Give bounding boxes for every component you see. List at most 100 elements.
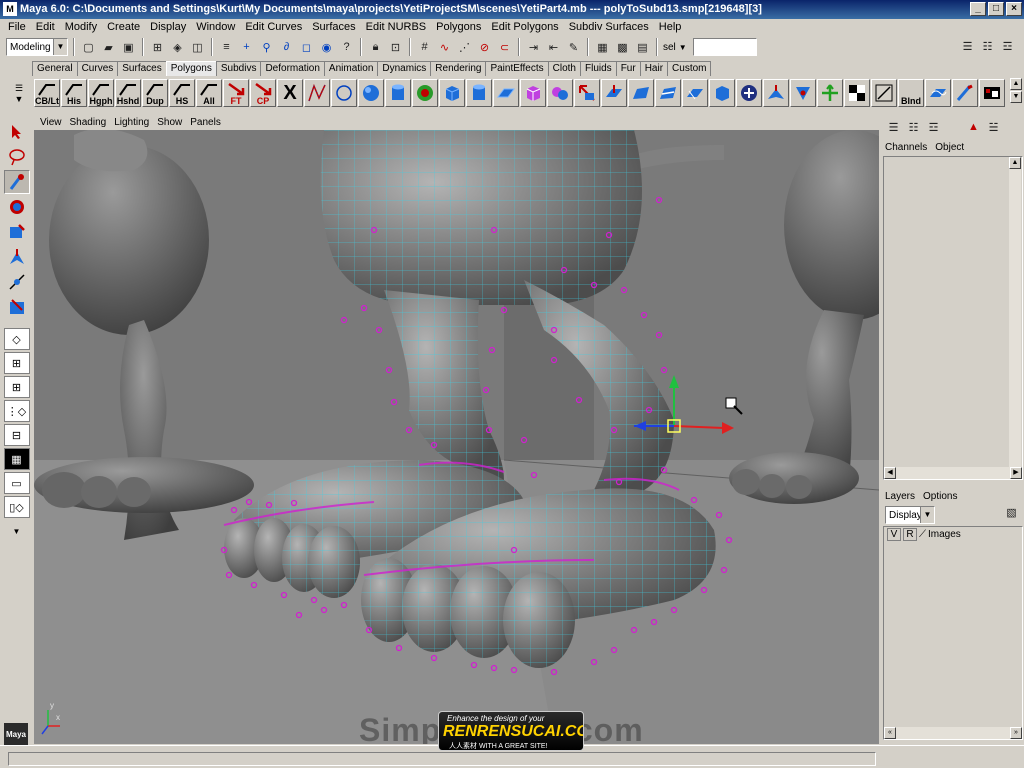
shelf-menu-icon[interactable]: ☰ [15, 83, 23, 94]
tab-hair[interactable]: Hair [639, 61, 669, 76]
tool-settings-icon[interactable]: ☱ [985, 119, 1002, 136]
tab-animation[interactable]: Animation [323, 61, 379, 76]
tab-fluids[interactable]: Fluids [580, 61, 617, 76]
tab-fur[interactable]: Fur [615, 61, 641, 76]
close-button[interactable]: × [1006, 2, 1022, 16]
split-polygon-icon[interactable] [655, 79, 681, 107]
render-icon[interactable] [979, 79, 1005, 107]
lock-selection-icon[interactable]: 🔒︎ [367, 39, 384, 56]
open-scene-icon[interactable]: ▰ [100, 39, 117, 56]
wave-icon[interactable] [925, 79, 951, 107]
layer-list-hscroll[interactable]: « » [884, 727, 1022, 739]
channel-box-vscroll[interactable]: ▲ [1009, 157, 1021, 467]
menu-edit-nurbs[interactable]: Edit NURBS [361, 19, 432, 35]
hypershade-layout-icon[interactable]: ▦ [3, 448, 30, 470]
wedge-face-icon[interactable] [682, 79, 708, 107]
shelf-button-dup[interactable]: Dup [142, 79, 168, 107]
shelf-button-hshd[interactable]: Hshd [115, 79, 141, 107]
layer-name[interactable]: Images [928, 529, 961, 540]
new-scene-icon[interactable]: ▢ [80, 39, 97, 56]
persp-outliner-layout-icon[interactable]: ▯◇ [3, 496, 30, 518]
menu-file[interactable]: File [3, 19, 31, 35]
chevron-down-icon[interactable]: ▼ [4, 519, 30, 543]
pick-params-icon[interactable]: ⚲ [258, 39, 275, 56]
scale-tool-icon[interactable] [4, 245, 30, 269]
tab-painteffects[interactable]: PaintEffects [485, 61, 549, 76]
extrude-face-icon[interactable] [601, 79, 627, 107]
attribute-editor-toggle-icon[interactable]: ☰ [959, 38, 976, 55]
tab-rendering[interactable]: Rendering [430, 61, 487, 76]
append-polygon-icon[interactable] [763, 79, 789, 107]
layer-visibility-toggle[interactable]: V [887, 527, 901, 541]
layer-tab-layers[interactable]: Layers [885, 491, 915, 502]
chevron-down-icon[interactable]: ▼ [15, 94, 24, 104]
shelf-button-cp[interactable]: CP [250, 79, 276, 107]
menu-polygons[interactable]: Polygons [431, 19, 486, 35]
poly-cube-icon[interactable] [439, 79, 465, 107]
pick-lines-icon[interactable]: ∂ [278, 39, 295, 56]
snap-grid-icon[interactable]: # [416, 39, 433, 56]
select-object-icon[interactable]: ◈ [169, 39, 186, 56]
chevron-double-left-icon[interactable]: « [884, 727, 896, 739]
menu-help[interactable]: Help [654, 19, 687, 35]
poly-smooth-icon[interactable] [520, 79, 546, 107]
sculpt-polygons-icon[interactable] [736, 79, 762, 107]
paint-brush-icon[interactable] [952, 79, 978, 107]
new-layer-icon[interactable]: ▧ [1003, 504, 1020, 521]
delete-history-icon[interactable]: X [277, 79, 303, 107]
poly-plane-icon[interactable] [493, 79, 519, 107]
chevron-up-icon[interactable]: ▲ [1009, 157, 1021, 169]
layer-reference-toggle[interactable]: R [903, 527, 917, 541]
viewport-menu-show[interactable]: Show [153, 117, 186, 128]
tab-curves[interactable]: Curves [76, 61, 119, 76]
nurbs-sphere-icon[interactable] [358, 79, 384, 107]
checker-icon[interactable] [844, 79, 870, 107]
layer-row[interactable]: V R ⟋ Images [884, 527, 1022, 541]
render-globals-icon[interactable]: ▤ [634, 39, 651, 56]
pick-hulls-icon[interactable]: ◉ [318, 39, 335, 56]
select-component-icon[interactable]: ◫ [189, 39, 206, 56]
layer-color-icon[interactable]: ⟋ [919, 529, 926, 540]
menu-modify[interactable]: Modify [60, 19, 102, 35]
merge-vertices-icon[interactable] [790, 79, 816, 107]
tab-general[interactable]: General [32, 61, 78, 76]
poke-face-icon[interactable] [709, 79, 735, 107]
menu-set-select[interactable]: Modeling ▼ [6, 38, 68, 56]
perspective-viewport[interactable]: View Shading Lighting Show Panels x y [34, 114, 879, 744]
rotate-tool-icon[interactable] [4, 220, 30, 244]
shelf-button-all[interactable]: All [196, 79, 222, 107]
select-tool-icon[interactable] [4, 120, 30, 144]
menu-edit[interactable]: Edit [31, 19, 60, 35]
poly-cylinder-icon[interactable] [466, 79, 492, 107]
paint-select-tool-icon[interactable] [3, 170, 30, 194]
nurbs-cylinder-icon[interactable] [385, 79, 411, 107]
shelf-button-hgph[interactable]: Hgph [88, 79, 114, 107]
tab-surfaces[interactable]: Surfaces [117, 61, 167, 76]
viewport-menu-view[interactable]: View [36, 117, 66, 128]
shelf-button-his[interactable]: His [61, 79, 87, 107]
snap-curve-icon[interactable]: ∿ [436, 39, 453, 56]
single-pane-layout-icon[interactable]: ◇ [3, 328, 30, 350]
grid-select-icon[interactable] [871, 79, 897, 107]
menu-subdiv-surfaces[interactable]: Subdiv Surfaces [564, 19, 654, 35]
chevron-left-icon[interactable]: ◀ [884, 467, 896, 479]
shelf-button-hs[interactable]: HS [169, 79, 195, 107]
viewport-menu-panels[interactable]: Panels [186, 117, 225, 128]
chevron-double-right-icon[interactable]: » [1010, 727, 1022, 739]
construction-history-icon[interactable]: ✎ [565, 39, 582, 56]
poly-combine-icon[interactable] [547, 79, 573, 107]
menu-edit-polygons[interactable]: Edit Polygons [486, 19, 563, 35]
circle-icon[interactable] [331, 79, 357, 107]
channel-box-tab-channels[interactable]: Channels [885, 142, 927, 153]
lasso-tool-icon[interactable] [4, 145, 30, 169]
menu-create[interactable]: Create [102, 19, 145, 35]
channel-box-hscroll[interactable]: ◀ ▶ [884, 467, 1022, 479]
select-edge-loop-icon[interactable] [574, 79, 600, 107]
channel-box-view-icon[interactable]: ☰ [885, 119, 902, 136]
tab-cloth[interactable]: Cloth [547, 61, 581, 76]
select-hierarchy-icon[interactable]: ⊞ [149, 39, 166, 56]
layer-list[interactable]: V R ⟋ Images « » [883, 526, 1023, 740]
ipr-render-icon[interactable]: ▩ [614, 39, 631, 56]
layer-editor-view-icon[interactable]: ☷ [905, 119, 922, 136]
pick-points-icon[interactable]: + [238, 39, 255, 56]
